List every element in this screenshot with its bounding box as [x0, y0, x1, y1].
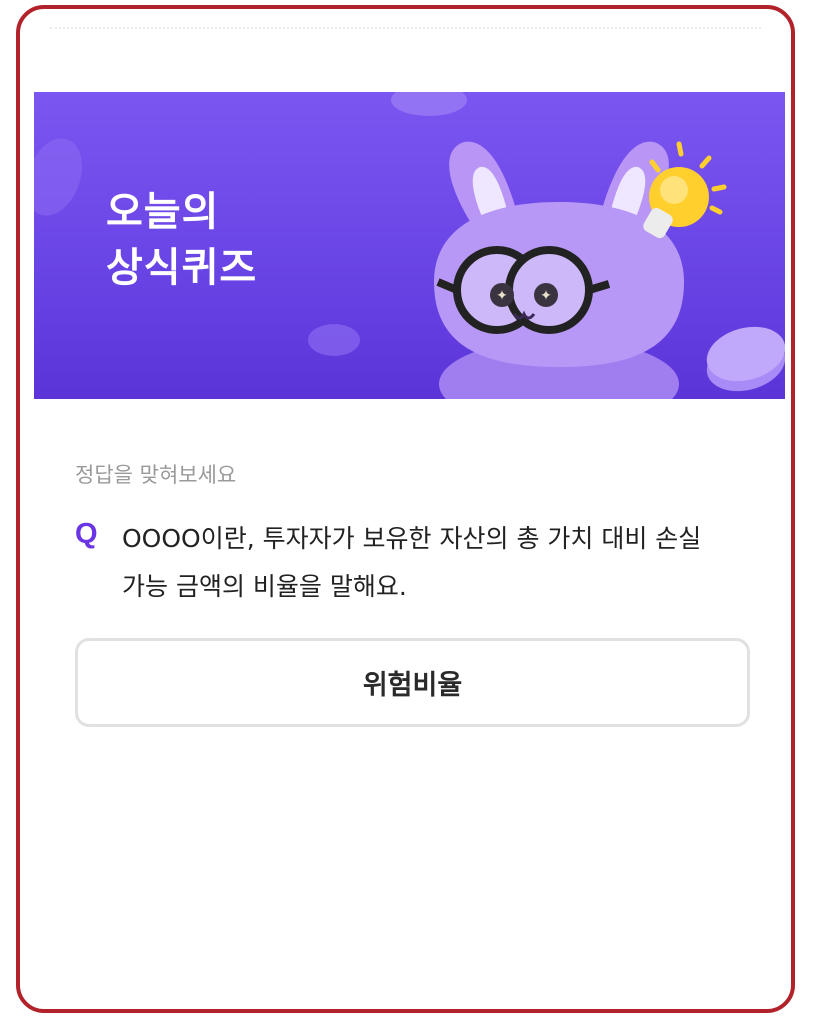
- quiz-card: ✦ ✦ 오늘의 상식퀴즈 정답을 맞혀보세요 Q OOOO이란, 투자자가 보유…: [16, 5, 795, 1013]
- rabbit-mascot-icon: ✦ ✦: [434, 141, 684, 399]
- answer-button-label: 위험비율: [362, 670, 463, 701]
- question-text: OOOO이란, 투자자가 보유한 자산의 총 가치 대비 손실 가능 금액의 비…: [122, 524, 702, 601]
- svg-text:✦: ✦: [540, 288, 552, 304]
- banner-title: 오늘의 상식퀴즈: [106, 184, 257, 296]
- banner-title-line1: 오늘의: [106, 189, 220, 235]
- svg-text:✦: ✦: [496, 288, 508, 304]
- quiz-banner: ✦ ✦ 오늘의 상식퀴즈: [34, 92, 785, 399]
- banner-title-line2: 상식퀴즈: [106, 245, 258, 291]
- top-divider: [50, 27, 761, 29]
- answer-button[interactable]: 위험비율: [75, 638, 750, 727]
- question-label: Q: [75, 518, 98, 550]
- quiz-prompt: 정답을 맞혀보세요: [75, 463, 237, 487]
